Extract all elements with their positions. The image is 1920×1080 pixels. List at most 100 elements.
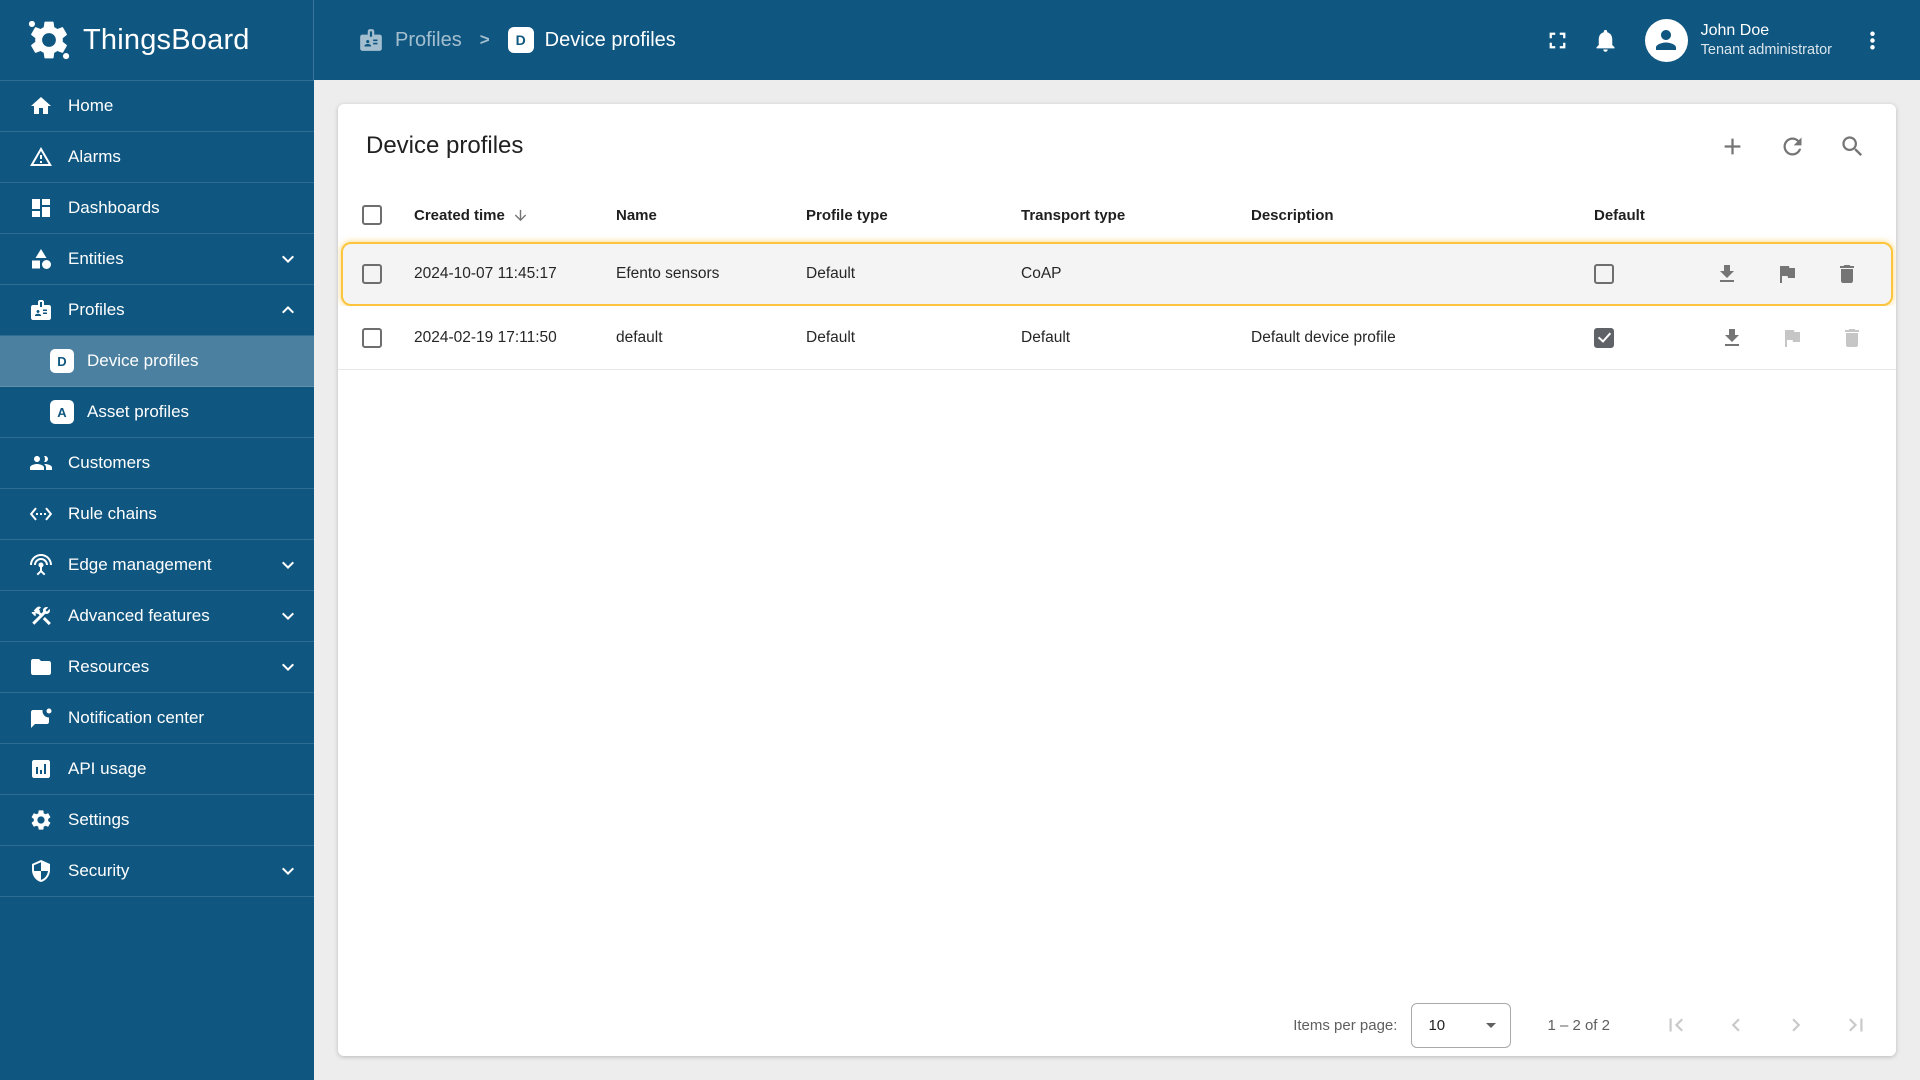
flag-icon [1785, 329, 1800, 347]
customers-icon [30, 456, 52, 470]
thingsboard-logo-icon [28, 20, 70, 60]
cell-transport-type: CoAP [1021, 265, 1062, 282]
person-icon [1656, 30, 1677, 50]
page-size-value: 10 [1428, 1016, 1446, 1034]
sidebar-item-profiles[interactable]: Profiles [0, 285, 314, 336]
breadcrumb-device-profiles[interactable]: D Device profiles [507, 27, 676, 53]
badge-icon [360, 29, 382, 51]
select-all-checkbox[interactable] [362, 205, 382, 225]
page-size-select[interactable]: 10 [1411, 1002, 1512, 1048]
kebab-menu-icon [1869, 31, 1875, 49]
device-profile-icon: D [50, 349, 74, 373]
warning-icon [30, 147, 52, 166]
thingsboard-logo[interactable]: ThingsBoard [0, 0, 314, 80]
sidebar-item-dashboards[interactable]: Dashboards [0, 183, 314, 234]
sidebar-item-api-usage[interactable]: API usage [0, 744, 314, 795]
row-checkbox[interactable] [362, 327, 382, 348]
sidebar-item-notification-center[interactable]: Notification center [0, 693, 314, 744]
last-page-icon [1849, 1018, 1863, 1032]
add-device-profile-button[interactable] [1708, 122, 1756, 170]
notification-bubble-icon [31, 708, 52, 728]
sidebar-item-home[interactable]: Home [0, 81, 314, 132]
last-page-button[interactable] [1832, 1001, 1880, 1049]
fullscreen-button[interactable] [1534, 16, 1582, 64]
row-checkbox[interactable] [362, 264, 382, 284]
next-page-button[interactable] [1772, 1001, 1820, 1049]
column-created-time[interactable]: Created time [414, 207, 616, 224]
table-row-efento-sensors[interactable]: 2024-10-07 11:45:17 Efento sensors Defau… [341, 242, 1893, 306]
main-content: Device profiles Created time Name Profil… [314, 80, 1920, 1080]
column-profile-type[interactable]: Profile type [806, 207, 1021, 224]
folder-icon [31, 659, 51, 675]
previous-page-button[interactable] [1712, 1001, 1760, 1049]
refresh-button[interactable] [1768, 122, 1816, 170]
table-row-default[interactable]: 2024-02-19 17:11:50 default Default Defa… [338, 306, 1896, 370]
sidebar-item-advanced-features[interactable]: Advanced features [0, 591, 314, 642]
construction-icon [31, 606, 51, 626]
api-usage-chart-icon [32, 760, 50, 778]
sidebar-item-customers[interactable]: Customers [0, 438, 314, 489]
sidebar-item-settings[interactable]: Settings [0, 795, 314, 846]
column-transport-type[interactable]: Transport type [1021, 207, 1251, 224]
chevron-right-icon [1792, 1018, 1801, 1032]
sidebar-item-security[interactable]: Security [0, 846, 314, 897]
default-checkbox[interactable] [1594, 264, 1614, 284]
device-profiles-card: Device profiles Created time Name Profil… [338, 104, 1896, 1056]
cell-created-time: 2024-10-07 11:45:17 [414, 265, 557, 282]
export-profile-button[interactable] [1712, 318, 1752, 358]
sidebar-item-device-profiles[interactable]: D Device profiles [0, 336, 314, 387]
shield-icon [32, 860, 50, 882]
delete-profile-button[interactable] [1827, 254, 1867, 294]
search-icon [1841, 135, 1862, 156]
dropdown-arrow-icon [1486, 1023, 1497, 1028]
make-default-button[interactable] [1767, 254, 1807, 294]
search-button[interactable] [1828, 122, 1876, 170]
notifications-button[interactable] [1582, 16, 1630, 64]
badge-icon [31, 300, 51, 320]
column-default[interactable]: Default [1594, 207, 1700, 224]
cell-name: Efento sensors [616, 265, 720, 282]
cell-profile-type: Default [806, 328, 856, 346]
sidebar-item-entities[interactable]: Entities [0, 234, 314, 285]
breadcrumb-profiles-label: Profiles [395, 28, 462, 51]
sidebar-item-edge-management[interactable]: Edge management [0, 540, 314, 591]
column-description[interactable]: Description [1251, 207, 1594, 224]
sidebar-item-resources[interactable]: Resources [0, 642, 314, 693]
chevron-down-icon [282, 255, 294, 263]
column-name[interactable]: Name [616, 207, 806, 224]
user-info: John Doe Tenant administrator [1701, 20, 1832, 60]
sidebar-item-alarms[interactable]: Alarms [0, 132, 314, 183]
breadcrumb-separator: > [479, 30, 490, 49]
chevron-up-icon [282, 306, 294, 314]
trash-icon [1840, 265, 1854, 283]
page-title: Device profiles [366, 132, 524, 159]
user-menu-button[interactable] [1848, 16, 1896, 64]
gear-icon [31, 810, 51, 830]
plus-icon [1724, 138, 1740, 154]
breadcrumb-profiles[interactable]: Profiles [358, 27, 462, 53]
sidebar: Home Alarms Dashboards Entities Profiles… [0, 80, 314, 1080]
make-default-button [1772, 318, 1812, 358]
sidebar-item-asset-profiles[interactable]: A Asset profiles [0, 387, 314, 438]
sort-desc-arrow-icon [514, 209, 527, 221]
cell-created-time: 2024-02-19 17:11:50 [414, 328, 557, 346]
download-icon [1725, 328, 1739, 346]
fullscreen-icon [1549, 32, 1566, 48]
first-page-button[interactable] [1652, 1001, 1700, 1049]
topbar-actions: John Doe Tenant administrator [1534, 16, 1920, 64]
bell-icon [1596, 29, 1615, 52]
delete-profile-button [1832, 318, 1872, 358]
chevron-left-icon [1731, 1018, 1740, 1032]
avatar[interactable] [1644, 18, 1688, 62]
antenna-icon [30, 554, 52, 576]
top-bar: ThingsBoard Profiles > D Device profiles… [0, 0, 1920, 80]
user-name: John Doe [1700, 21, 1770, 39]
export-profile-button[interactable] [1707, 254, 1747, 294]
chevron-down-icon [282, 612, 294, 620]
first-page-icon [1669, 1018, 1683, 1032]
default-checkbox[interactable] [1594, 327, 1614, 348]
flag-icon [1780, 266, 1795, 283]
cell-profile-type: Default [806, 265, 856, 282]
items-per-page-label: Items per page: [1293, 1016, 1398, 1034]
sidebar-item-rule-chains[interactable]: Rule chains [0, 489, 314, 540]
